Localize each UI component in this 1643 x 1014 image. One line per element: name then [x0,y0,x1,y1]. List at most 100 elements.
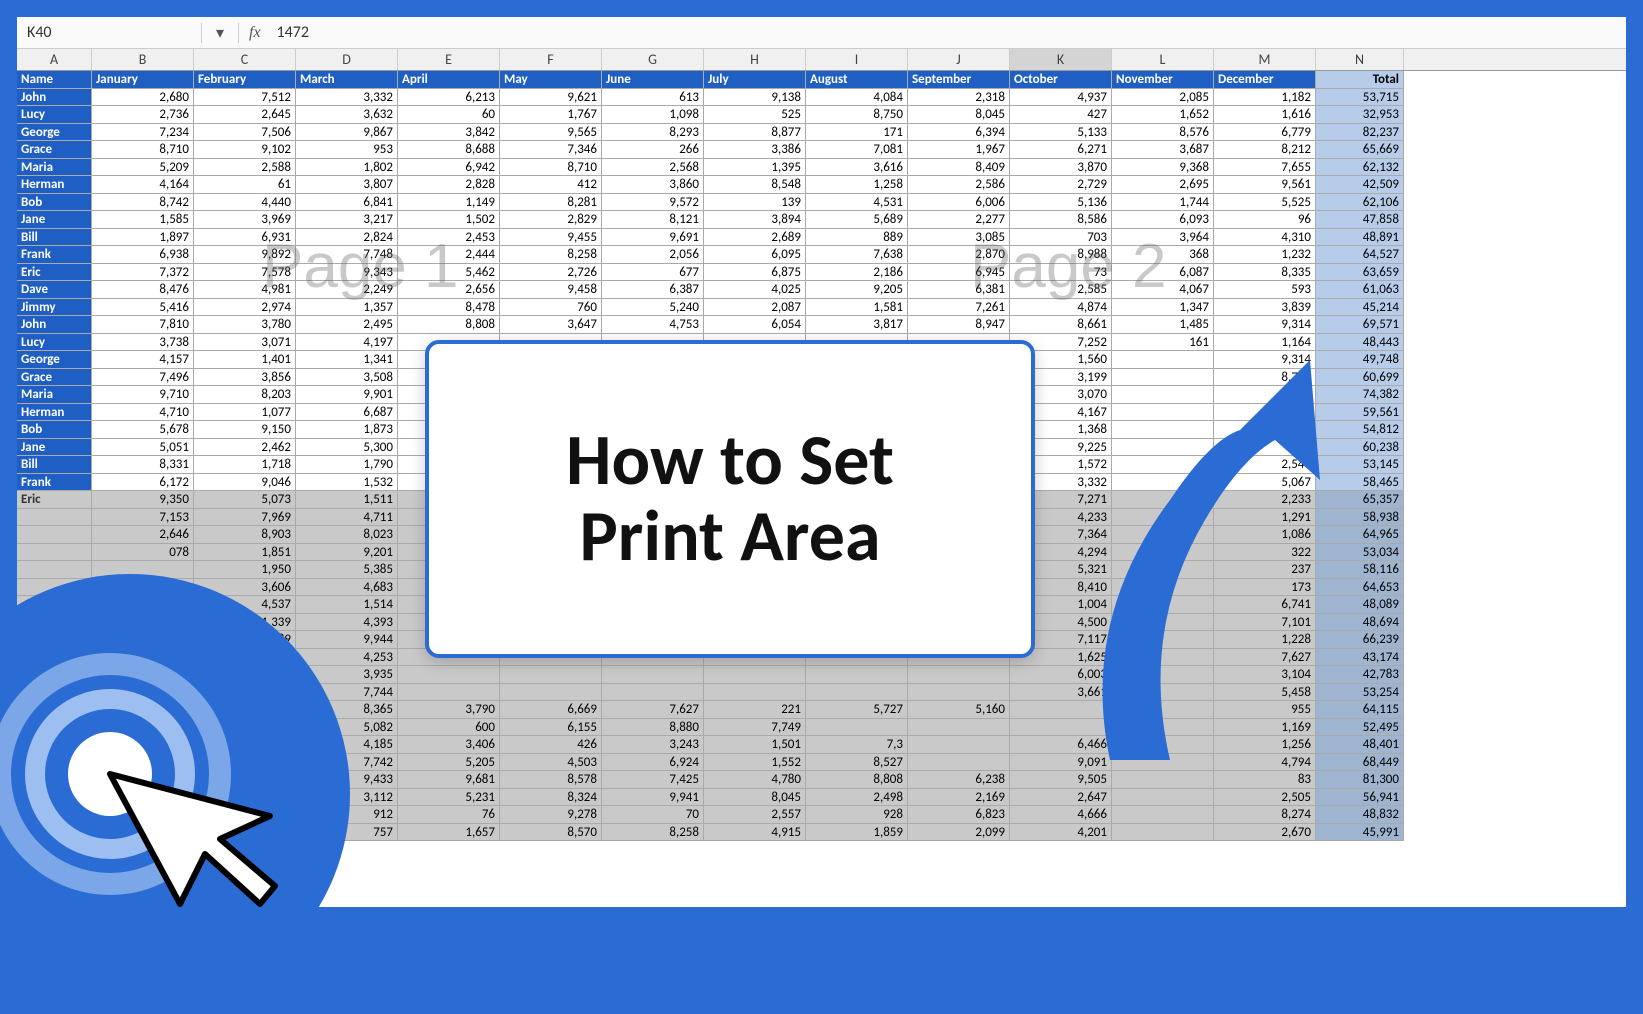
total-cell[interactable]: 42,509 [1316,176,1404,194]
data-cell[interactable] [1112,666,1214,684]
data-cell[interactable]: 60 [398,106,500,124]
data-cell[interactable]: 9,901 [296,386,398,404]
data-cell[interactable]: 2,462 [194,439,296,457]
header-total[interactable]: Total [1316,71,1404,89]
total-cell[interactable]: 52,495 [1316,719,1404,737]
data-cell[interactable]: 1,851 [194,544,296,562]
name-box[interactable]: K40 [17,23,197,42]
data-cell[interactable] [1112,386,1214,404]
table-row[interactable]: Maria5,2092,5881,8026,9428,7102,5681,395… [17,159,1626,177]
data-cell[interactable]: 4,710 [92,404,194,422]
data-cell[interactable]: 8,578 [500,771,602,789]
data-cell[interactable]: 5,231 [398,789,500,807]
col-header-C[interactable]: C [194,49,296,70]
data-cell[interactable]: 4,780 [704,771,806,789]
data-cell[interactable]: 1,511 [296,491,398,509]
data-cell[interactable]: 1,291 [1214,509,1316,527]
data-cell[interactable]: 2,680 [92,89,194,107]
total-cell[interactable]: 65,669 [1316,141,1404,159]
data-cell[interactable]: 7,512 [194,89,296,107]
data-cell[interactable]: 7,748 [296,246,398,264]
table-row[interactable]: Herman4,164613,8072,8284123,8608,5481,25… [17,176,1626,194]
header-february[interactable]: February [194,71,296,89]
data-cell[interactable]: 7,101 [1214,614,1316,632]
data-cell[interactable]: 955 [1214,701,1316,719]
data-cell[interactable] [1112,421,1214,439]
data-cell[interactable] [908,719,1010,737]
data-cell[interactable]: 8,688 [398,141,500,159]
data-cell[interactable]: 7,372 [92,264,194,282]
data-cell[interactable] [1112,526,1214,544]
data-cell[interactable]: 2,099 [908,824,1010,842]
data-cell[interactable]: 8,570 [500,824,602,842]
data-cell[interactable]: 76 [398,806,500,824]
data-cell[interactable]: 1,616 [1214,106,1316,124]
data-cell[interactable]: 8,808 [398,316,500,334]
data-cell[interactable] [1112,509,1214,527]
data-cell[interactable]: 2,656 [398,281,500,299]
header-november[interactable]: November [1112,71,1214,89]
data-cell[interactable]: 5,067 [1214,474,1316,492]
data-cell[interactable]: 2,056 [602,246,704,264]
data-cell[interactable] [1112,439,1214,457]
data-cell[interactable]: 4,197 [296,334,398,352]
data-cell[interactable]: 9,941 [602,789,704,807]
data-cell[interactable]: 8,877 [704,124,806,142]
total-cell[interactable]: 42,783 [1316,666,1404,684]
data-cell[interactable]: 7,810 [92,316,194,334]
data-cell[interactable]: 4,666 [1010,806,1112,824]
name-cell[interactable]: Lucy [17,334,92,352]
data-cell[interactable]: 3,217 [296,211,398,229]
data-cell[interactable]: 1,086 [1214,526,1316,544]
total-cell[interactable]: 61,063 [1316,281,1404,299]
data-cell[interactable]: 8,808 [806,771,908,789]
data-cell[interactable]: 525 [704,106,806,124]
name-cell[interactable]: Jimmy [17,299,92,317]
data-cell[interactable]: 8,258 [500,246,602,264]
data-cell[interactable]: 4,683 [296,579,398,597]
data-cell[interactable]: 6,931 [194,229,296,247]
data-cell[interactable]: 9,150 [194,421,296,439]
data-cell[interactable]: 4,440 [194,194,296,212]
data-cell[interactable]: 2,453 [398,229,500,247]
data-cell[interactable]: 4,201 [1010,824,1112,842]
data-cell[interactable] [1112,369,1214,387]
data-cell[interactable]: 2,729 [1010,176,1112,194]
data-cell[interactable] [1112,736,1214,754]
data-cell[interactable] [1214,404,1316,422]
data-cell[interactable]: 9,102 [194,141,296,159]
header-january[interactable]: January [92,71,194,89]
data-cell[interactable]: 5,689 [806,211,908,229]
total-cell[interactable]: 56,941 [1316,789,1404,807]
data-cell[interactable]: 2,549 [1214,456,1316,474]
total-cell[interactable]: 53,145 [1316,456,1404,474]
name-cell[interactable]: George [17,351,92,369]
header-june[interactable]: June [602,71,704,89]
data-cell[interactable]: 2,829 [500,211,602,229]
total-cell[interactable]: 53,034 [1316,544,1404,562]
data-cell[interactable]: 7,261 [908,299,1010,317]
data-cell[interactable]: 8,710 [500,159,602,177]
data-cell[interactable]: 1,802 [296,159,398,177]
data-cell[interactable]: 161 [1112,334,1214,352]
data-cell[interactable] [1112,649,1214,667]
data-cell[interactable]: 6,779 [1214,124,1316,142]
data-cell[interactable]: 1,347 [1112,299,1214,317]
data-cell[interactable]: 173 [1214,579,1316,597]
data-cell[interactable] [806,684,908,702]
dropdown-icon[interactable]: ▾ [206,23,234,43]
data-cell[interactable]: 9,458 [500,281,602,299]
data-cell[interactable]: 1,098 [602,106,704,124]
data-cell[interactable]: 2,824 [296,229,398,247]
data-cell[interactable]: 9,892 [194,246,296,264]
name-cell[interactable] [17,544,92,562]
table-row[interactable]: Grace8,7109,1029538,6887,3462663,3867,08… [17,141,1626,159]
data-cell[interactable]: 1,077 [194,404,296,422]
data-cell[interactable]: 3,386 [704,141,806,159]
total-cell[interactable]: 60,699 [1316,369,1404,387]
data-cell[interactable]: 83 [1214,771,1316,789]
data-cell[interactable]: 8,258 [602,824,704,842]
data-cell[interactable]: 928 [806,806,908,824]
name-cell[interactable]: Bill [17,456,92,474]
data-cell[interactable]: 6,387 [602,281,704,299]
